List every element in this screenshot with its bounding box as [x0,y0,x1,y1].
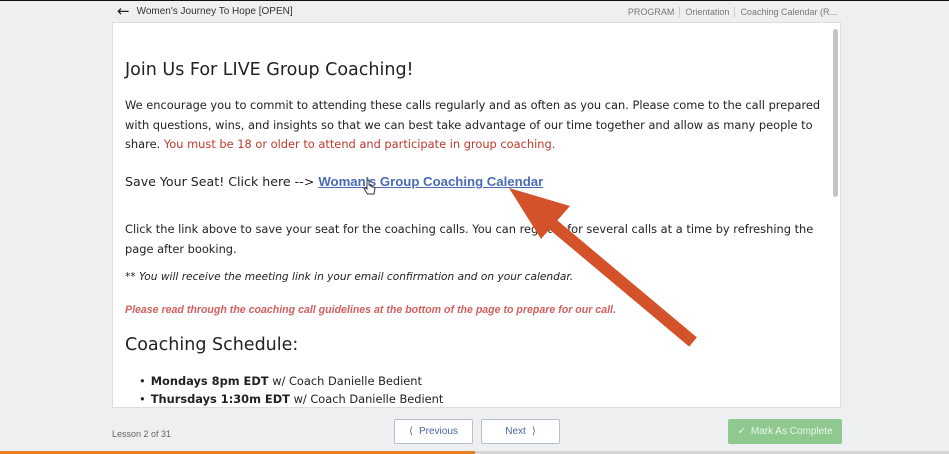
top-navigation-bar: ← Women's Journey To Hope [OPEN] PROGRAM… [0,0,949,22]
lesson-content-card: Join Us For LIVE Group Coaching! We enco… [112,22,841,408]
chevron-right-icon: ⟩ [531,426,536,437]
previous-label: Previous [419,426,458,437]
schedule-heading: Coaching Schedule: [125,335,299,355]
breadcrumb-current-lesson: Coaching Calendar (R... [734,7,842,17]
next-button[interactable]: Next ⟩ [481,419,560,444]
list-item: Thursdays 1:30m EDT w/ Coach Danielle Be… [139,390,444,407]
mouse-pointer-icon [363,179,376,195]
page-title: Join Us For LIVE Group Coaching! [125,60,414,80]
save-seat-prefix: Save Your Seat! Click here --> [125,174,315,189]
mark-as-complete-button[interactable]: ✓ Mark As Complete [728,419,842,444]
meeting-link-note: ** You will receive the meeting link in … [125,271,574,283]
chevron-left-icon: ⟨ [409,426,413,437]
breadcrumb-program[interactable]: PROGRAM [623,7,680,17]
content-scrollbar[interactable] [833,29,838,197]
next-label: Next [505,426,526,437]
schedule-list: Mondays 8pm EDT w/ Coach Danielle Bedien… [139,372,444,407]
age-notice: You must be 18 or older to attend and pa… [163,137,556,152]
schedule-coach: w/ Coach Danielle Bedient [293,392,444,406]
checkmark-icon: ✓ [737,426,746,437]
intro-paragraph: We encourage you to commit to attending … [125,96,825,155]
course-title[interactable]: Women's Journey To Hope [OPEN] [137,6,293,17]
back-to-course-link[interactable]: ← Women's Journey To Hope [OPEN] [117,4,293,19]
lesson-navigation-footer: Lesson 2 of 31 ⟨ Previous Next ⟩ ✓ Mark … [0,410,949,454]
breadcrumb: PROGRAM Orientation Coaching Calendar (R… [623,7,842,17]
left-arrow-icon[interactable]: ← [117,4,130,19]
guidelines-note: Please read through the coaching call gu… [125,304,616,316]
previous-button[interactable]: ⟨ Previous [394,419,473,444]
lesson-counter: Lesson 2 of 31 [112,429,172,439]
save-seat-line: Save Your Seat! Click here --> Woman's G… [125,174,543,189]
mark-complete-label: Mark As Complete [750,426,833,437]
schedule-time: Thursdays 1:30m EDT [150,392,290,406]
list-item: Mondays 8pm EDT w/ Coach Danielle Bedien… [139,372,443,390]
schedule-coach: w/ Coach Danielle Bedient [272,374,422,388]
schedule-time: Mondays 8pm EDT [150,374,269,388]
coaching-calendar-link[interactable]: Woman's Group Coaching Calendar [318,174,543,189]
breadcrumb-orientation[interactable]: Orientation [679,7,734,17]
booking-info-paragraph: Click the link above to save your seat f… [125,222,814,256]
